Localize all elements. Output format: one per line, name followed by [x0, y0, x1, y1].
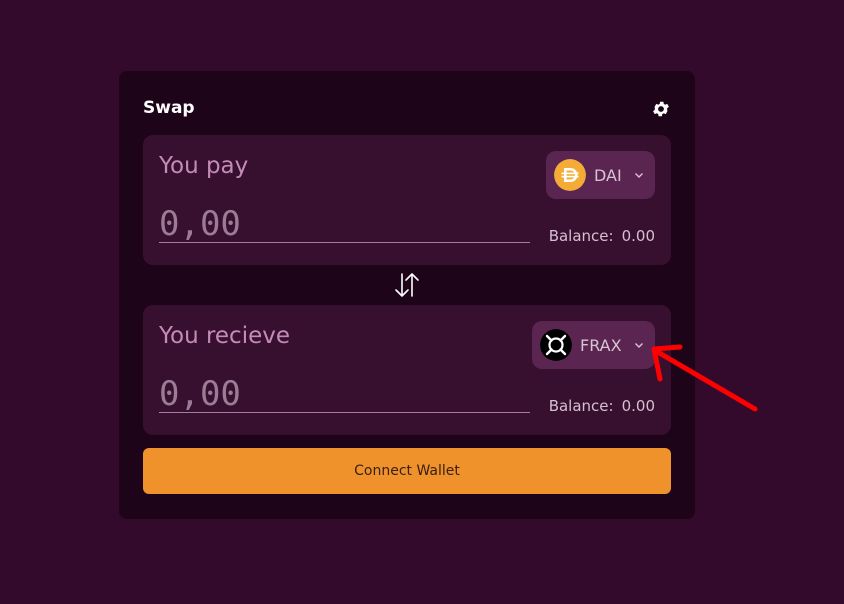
pay-label: You pay: [159, 153, 249, 179]
receive-label: You recieve: [159, 323, 291, 349]
receive-balance: Balance: 0.00: [549, 396, 655, 416]
receive-balance-label: Balance:: [548, 397, 614, 415]
pay-token-symbol: DAI: [594, 165, 622, 185]
page-background: { "swap": { "title": "Swap", "settings_i…: [0, 0, 844, 604]
chevron-down-icon: [635, 173, 643, 178]
receive-token-selector[interactable]: FRAX: [532, 321, 655, 369]
receive-panel: You recieve FRAX Balance: 0.00: [143, 305, 671, 435]
swap-title: Swap: [143, 98, 195, 118]
receive-amount-input[interactable]: [159, 375, 530, 413]
pay-balance-label: Balance:: [548, 227, 614, 245]
pay-amount-input[interactable]: [159, 205, 530, 243]
pay-balance-value: 0.00: [621, 227, 655, 245]
chevron-down-icon: [635, 343, 643, 348]
receive-balance-value: 0.00: [621, 397, 655, 415]
receive-token-symbol: FRAX: [580, 335, 622, 355]
swap-arrows-icon[interactable]: [392, 271, 422, 299]
connect-wallet-button[interactable]: Connect Wallet: [143, 448, 671, 494]
frax-token-icon: [540, 329, 572, 361]
pay-panel: You pay DAI Balance: 0.00: [143, 135, 671, 265]
swap-card: Swap You pay DAI Balance: 0.00: [119, 71, 695, 519]
dai-token-icon: [554, 159, 586, 191]
pay-token-selector[interactable]: DAI: [546, 151, 655, 199]
pay-balance: Balance: 0.00: [549, 226, 655, 246]
gear-icon[interactable]: [651, 99, 671, 119]
